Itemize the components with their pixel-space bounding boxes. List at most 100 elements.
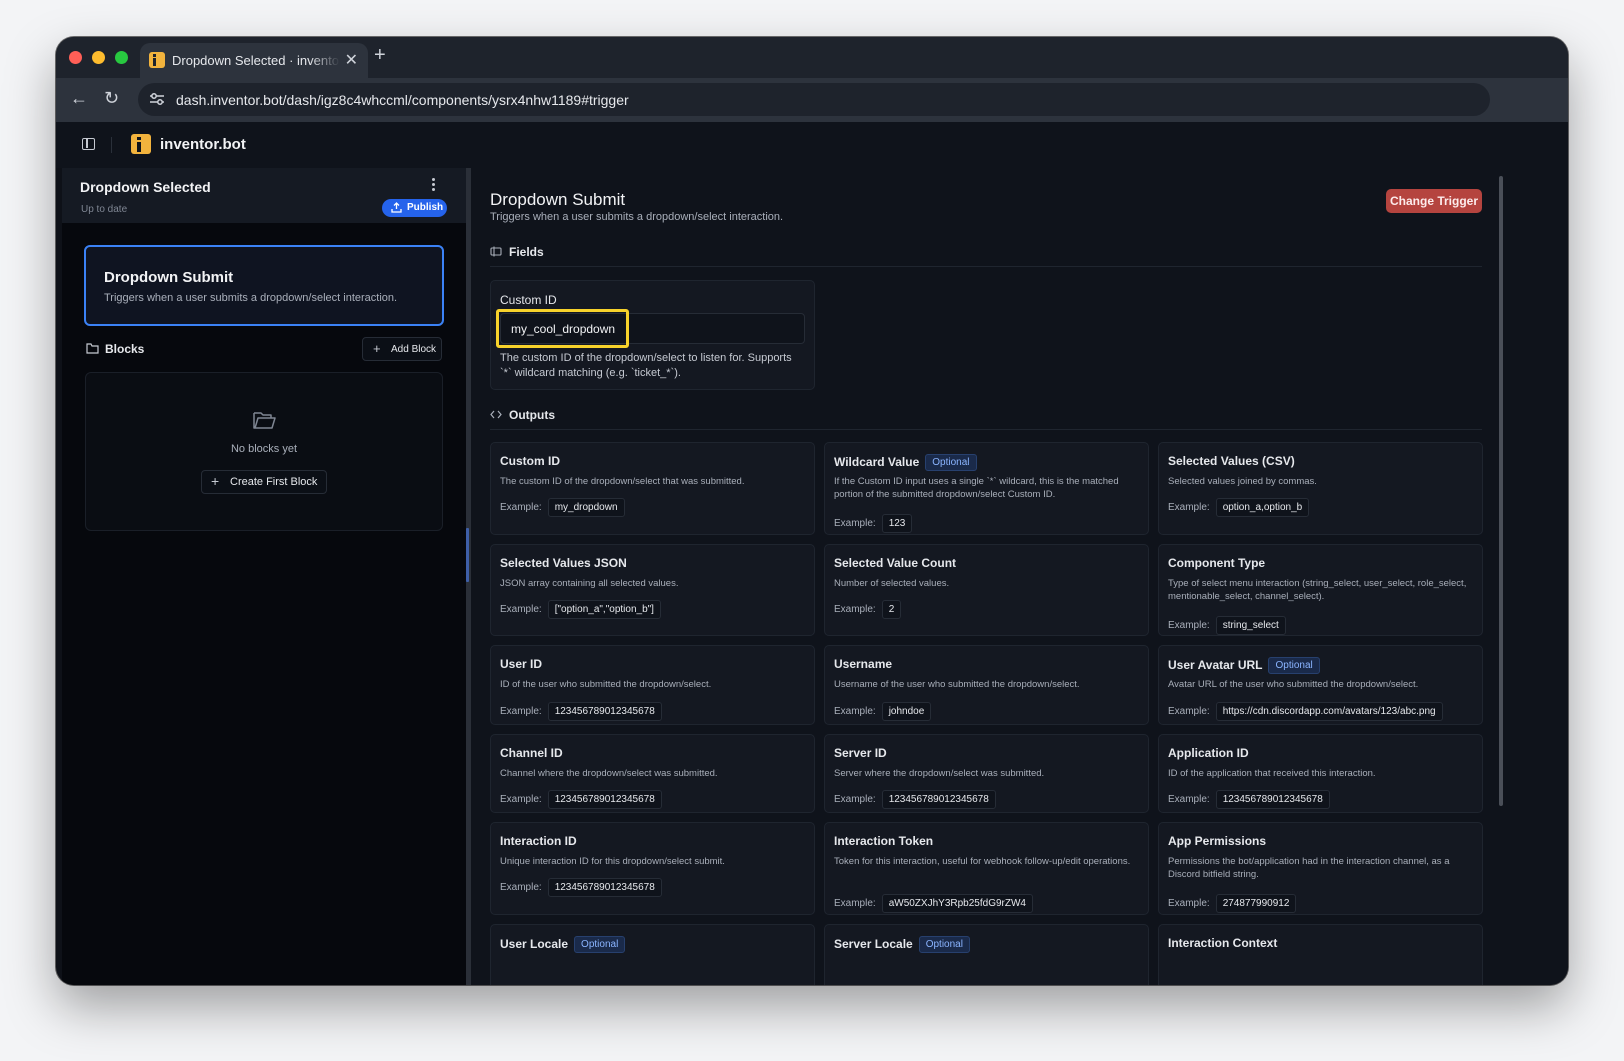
add-block-button[interactable]: + Add Block	[362, 337, 442, 361]
change-trigger-button[interactable]: Change Trigger	[1386, 189, 1482, 213]
output-example: Example: ["option_a","option_b"]	[500, 600, 661, 619]
output-card: Interaction ID Unique interaction ID for …	[490, 822, 815, 915]
maximize-window-button[interactable]	[115, 51, 128, 64]
outputs-heading: Outputs	[509, 408, 555, 422]
blocks-heading: Blocks	[105, 342, 145, 356]
folder-icon	[86, 343, 99, 354]
output-title-text: Custom ID	[500, 454, 560, 468]
output-card: Component Type Type of select menu intera…	[1158, 544, 1483, 636]
new-tab-button[interactable]: +	[374, 44, 386, 67]
example-value: 274877990912	[1215, 894, 1297, 913]
minimize-window-button[interactable]	[92, 51, 105, 64]
blocks-empty-state: No blocks yet + Create First Block	[85, 372, 443, 531]
output-description: ID of the user who submitted the dropdow…	[500, 679, 712, 690]
fields-heading: Fields	[509, 245, 544, 259]
output-title-text: Application ID	[1168, 746, 1249, 760]
custom-id-help-line-2: `*` wildcard matching (e.g. `ticket_*`).	[500, 367, 681, 379]
plus-icon: +	[373, 341, 381, 356]
output-description: If the Custom ID input uses a single `*`…	[834, 476, 1119, 500]
output-title-text: Channel ID	[500, 746, 563, 760]
output-example: Example: 123456789012345678	[500, 878, 662, 897]
more-options-icon[interactable]	[432, 178, 436, 192]
output-example: Example: 123456789012345678	[500, 702, 662, 721]
code-icon	[490, 410, 502, 419]
output-example: Example: 274877990912	[1168, 894, 1297, 913]
app-header: inventor.bot	[56, 122, 1568, 168]
output-card: Application ID ID of the application that…	[1158, 734, 1483, 813]
trigger-card[interactable]: Dropdown Submit Triggers when a user sub…	[84, 245, 444, 326]
custom-id-label: Custom ID	[500, 293, 557, 307]
create-first-block-button[interactable]: + Create First Block	[201, 470, 327, 494]
output-card: User ID ID of the user who submitted the …	[490, 645, 815, 725]
output-title-text: Server ID	[834, 746, 887, 760]
output-title: Channel ID	[500, 746, 563, 760]
example-label: Example:	[1168, 620, 1210, 631]
app-name: inventor.bot	[160, 136, 246, 153]
output-title: App Permissions	[1168, 834, 1266, 848]
output-title-text: Selected Values JSON	[500, 556, 627, 570]
site-settings-icon[interactable]	[149, 92, 165, 106]
back-arrow-icon[interactable]: ←	[70, 88, 88, 109]
output-description: Server where the dropdown/select was sub…	[834, 768, 1045, 779]
output-example: Example: my_dropdown	[500, 498, 625, 517]
output-title: Interaction Context	[1168, 936, 1277, 950]
close-window-button[interactable]	[69, 51, 82, 64]
example-value: https://cdn.discordapp.com/avatars/123/a…	[1215, 702, 1443, 721]
page-title: Dropdown Submit	[490, 190, 626, 209]
output-title: Server ID	[834, 746, 887, 760]
output-title: Application ID	[1168, 746, 1249, 760]
example-value: 123456789012345678	[547, 790, 662, 809]
output-title: Selected Value Count	[834, 556, 956, 570]
output-description: ID of the application that received this…	[1168, 768, 1376, 779]
close-icon[interactable]: ✕	[345, 50, 358, 70]
address-bar[interactable]: dash.inventor.bot/dash/igz8c4whccml/comp…	[138, 83, 1490, 116]
example-label: Example:	[500, 502, 542, 513]
example-value: 2	[881, 600, 902, 619]
output-description: Permissions the bot/application had in t…	[1168, 856, 1450, 880]
publish-button[interactable]: Publish	[382, 199, 447, 217]
output-description: JSON array containing all selected value…	[500, 578, 679, 589]
example-label: Example:	[500, 794, 542, 805]
output-title-text: Component Type	[1168, 556, 1266, 570]
example-value: ["option_a","option_b"]	[547, 600, 661, 619]
example-value: 123	[881, 514, 913, 533]
example-value: johndoe	[881, 702, 932, 721]
sidebar-toggle-icon[interactable]	[82, 138, 95, 150]
example-value: 123456789012345678	[1215, 790, 1330, 809]
custom-id-input[interactable]	[500, 313, 805, 344]
output-title: Selected Values (CSV)	[1168, 454, 1295, 468]
output-title-text: Server Locale	[834, 937, 913, 951]
browser-tab[interactable]: Dropdown Selected · inventor.bot ✕	[140, 43, 368, 78]
output-description: Token for this interaction, useful for w…	[834, 856, 1131, 867]
output-description: Unique interaction ID for this dropdown/…	[500, 856, 725, 867]
output-description: Username of the user who submitted the d…	[834, 679, 1080, 690]
url-text: dash.inventor.bot/dash/igz8c4whccml/comp…	[176, 92, 629, 108]
publish-status: Up to date	[81, 204, 128, 215]
output-example: Example: 123456789012345678	[1168, 790, 1330, 809]
example-value: 123456789012345678	[547, 878, 662, 897]
output-description: Avatar URL of the user who submitted the…	[1168, 679, 1419, 690]
resize-handle[interactable]	[466, 528, 469, 582]
optional-badge: Optional	[925, 454, 977, 471]
plus-icon: +	[211, 473, 220, 489]
example-value: my_dropdown	[547, 498, 625, 517]
output-title-text: Interaction ID	[500, 834, 577, 848]
example-label: Example:	[834, 794, 876, 805]
output-title-text: App Permissions	[1168, 834, 1267, 848]
fields-divider	[490, 266, 1482, 267]
scrollbar[interactable]	[1499, 176, 1503, 806]
reload-icon[interactable]: ↻	[104, 88, 119, 109]
output-title-text: Username	[834, 657, 893, 671]
output-description: Selected values joined by commas.	[1168, 476, 1317, 487]
output-title-text: User ID	[500, 657, 543, 671]
example-label: Example:	[1168, 794, 1210, 805]
example-value: 123456789012345678	[547, 702, 662, 721]
no-blocks-text: No blocks yet	[230, 443, 298, 455]
example-value: 123456789012345678	[881, 790, 996, 809]
outputs-divider	[490, 429, 1482, 430]
example-label: Example:	[500, 706, 542, 717]
example-label: Example:	[1168, 898, 1210, 909]
example-label: Example:	[500, 604, 542, 615]
output-title: Wildcard Value Optional	[834, 454, 977, 471]
custom-id-help-line-1: The custom ID of the dropdown/select to …	[500, 352, 792, 364]
